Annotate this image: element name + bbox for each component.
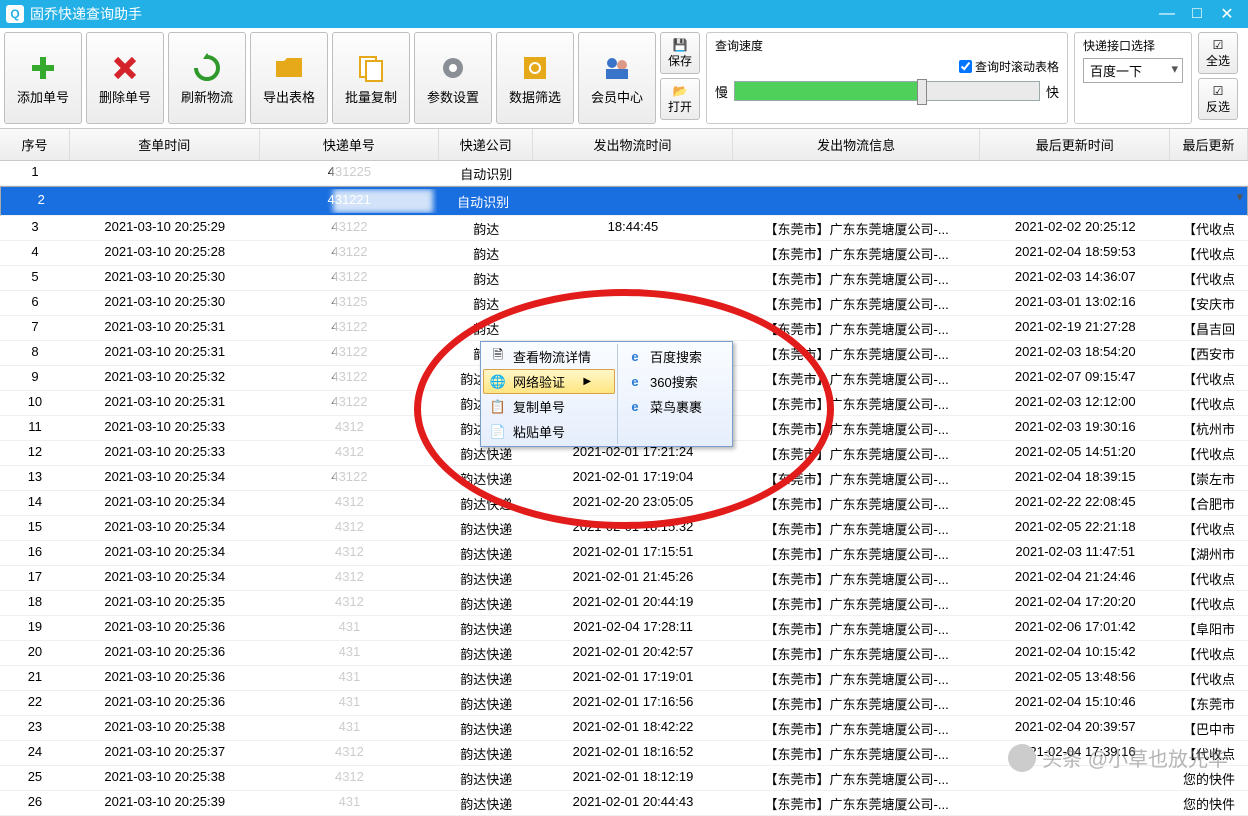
table-row[interactable]: 32021-03-10 20:25:2943122韵达18:44:45【东莞市】… — [0, 216, 1248, 241]
open-button[interactable]: 📂打开 — [660, 78, 700, 120]
invert-selection-button[interactable]: ☑反选 — [1198, 78, 1238, 120]
scroll-on-query-checkbox[interactable] — [959, 60, 972, 73]
api-interface-group: 快递接口选择百度一下 — [1074, 32, 1192, 124]
table-row[interactable]: 172021-03-10 20:25:344312韵达快递2021-02-01 … — [0, 566, 1248, 591]
col-header[interactable]: 序号 — [0, 129, 70, 160]
table-row[interactable]: 1431225自动识别 — [0, 161, 1248, 186]
menu-item[interactable]: e百度搜索 — [620, 344, 730, 369]
refresh-icon — [190, 51, 224, 85]
table-row[interactable]: 232021-03-10 20:25:38431韵达快递2021-02-01 1… — [0, 716, 1248, 741]
data-grid: 序号查单时间快递单号快递公司发出物流时间发出物流信息最后更新时间最后更新 143… — [0, 129, 1248, 816]
maximize-button[interactable]: □ — [1182, 5, 1212, 23]
check-icon: ☑ — [1213, 38, 1224, 52]
titlebar: Q 固乔快递查询助手 — □ ✕ — [0, 0, 1248, 28]
table-row[interactable]: 162021-03-10 20:25:344312韵达快递2021-02-01 … — [0, 541, 1248, 566]
menu-icon: 🗎 — [489, 348, 507, 366]
toolbar-x-button[interactable]: 删除单号 — [86, 32, 164, 124]
app-icon: Q — [6, 5, 24, 23]
minimize-button[interactable]: — — [1152, 5, 1182, 23]
speed-slider[interactable] — [734, 81, 1040, 101]
table-row[interactable]: 182021-03-10 20:25:354312韵达快递2021-02-01 … — [0, 591, 1248, 616]
folder-icon — [272, 51, 306, 85]
find-icon — [518, 51, 552, 85]
watermark-text: 头条 @小草也放光华 — [1042, 743, 1228, 772]
table-row[interactable]: 212021-03-10 20:25:36431韵达快递2021-02-01 1… — [0, 666, 1248, 691]
close-button[interactable]: ✕ — [1212, 4, 1242, 24]
table-row[interactable]: 202021-03-10 20:25:36431韵达快递2021-02-01 2… — [0, 641, 1248, 666]
x-icon — [108, 51, 142, 85]
copy-icon — [354, 51, 388, 85]
menu-item[interactable]: 🗎查看物流详情 — [483, 344, 615, 369]
table-row[interactable]: 222021-03-10 20:25:36431韵达快递2021-02-01 1… — [0, 691, 1248, 716]
toolbar-copy-button[interactable]: 批量复制 — [332, 32, 410, 124]
gear-icon — [436, 51, 470, 85]
toolbar-folder-button[interactable]: 导出表格 — [250, 32, 328, 124]
menu-item[interactable]: e菜鸟裹裹 — [620, 394, 730, 419]
ie-icon: e — [626, 398, 644, 416]
menu-item[interactable]: 🌐网络验证▶ — [483, 369, 615, 394]
save-icon: 💾 — [673, 38, 688, 52]
table-row[interactable]: 2431221自动识别 — [0, 186, 1248, 216]
toolbar-users-button[interactable]: 会员中心 — [578, 32, 656, 124]
users-icon — [600, 51, 634, 85]
api-select[interactable]: 百度一下 — [1083, 58, 1183, 83]
ie-icon: e — [626, 373, 644, 391]
submenu-arrow-icon: ▶ — [583, 376, 591, 387]
menu-item[interactable]: 📋复制单号 — [483, 394, 615, 419]
table-row[interactable]: 52021-03-10 20:25:3043122韵达【东莞市】广东东莞塘厦公司… — [0, 266, 1248, 291]
select-all-button[interactable]: ☑全选 — [1198, 32, 1238, 74]
toolbar-refresh-button[interactable]: 刷新物流 — [168, 32, 246, 124]
table-row[interactable]: 132021-03-10 20:25:3443122韵达快递2021-02-01… — [0, 466, 1248, 491]
col-header[interactable]: 发出物流信息 — [733, 129, 981, 160]
toolbar-plus-button[interactable]: 添加单号 — [4, 32, 82, 124]
save-button[interactable]: 💾保存 — [660, 32, 700, 74]
check-icon: ☑ — [1213, 84, 1224, 98]
plus-icon — [26, 51, 60, 85]
col-header[interactable]: 快递公司 — [439, 129, 533, 160]
table-row[interactable]: 42021-03-10 20:25:2843122韵达【东莞市】广东东莞塘厦公司… — [0, 241, 1248, 266]
query-speed-group: 查询速度查询时滚动表格慢快 — [706, 32, 1068, 124]
menu-icon: 📄 — [489, 423, 507, 441]
watermark-avatar — [1008, 744, 1036, 772]
toolbar-gear-button[interactable]: 参数设置 — [414, 32, 492, 124]
table-row[interactable]: 72021-03-10 20:25:3143122韵达【东莞市】广东东莞塘厦公司… — [0, 316, 1248, 341]
menu-icon: 🌐 — [489, 373, 507, 391]
col-header[interactable]: 发出物流时间 — [533, 129, 733, 160]
menu-item[interactable]: 📄粘贴单号 — [483, 419, 615, 444]
table-row[interactable]: 152021-03-10 20:25:344312韵达快递2021-02-01 … — [0, 516, 1248, 541]
table-row[interactable]: 142021-03-10 20:25:344312韵达快递2021-02-20 … — [0, 491, 1248, 516]
menu-item[interactable]: e360搜索 — [620, 369, 730, 394]
context-menu: 🗎查看物流详情🌐网络验证▶📋复制单号📄粘贴单号 e百度搜索e360搜索e菜鸟裹裹 — [480, 341, 733, 447]
toolbar: 添加单号删除单号刷新物流导出表格批量复制参数设置数据筛选会员中心💾保存📂打开查询… — [0, 28, 1248, 129]
table-row[interactable]: 262021-03-10 20:25:39431韵达快递2021-02-01 2… — [0, 791, 1248, 816]
menu-icon: 📋 — [489, 398, 507, 416]
ie-icon: e — [626, 348, 644, 366]
open-icon: 📂 — [673, 84, 688, 98]
app-title: 固乔快递查询助手 — [30, 4, 1152, 24]
col-header[interactable]: 最后更新时间 — [980, 129, 1170, 160]
grid-header: 序号查单时间快递单号快递公司发出物流时间发出物流信息最后更新时间最后更新 — [0, 129, 1248, 161]
toolbar-find-button[interactable]: 数据筛选 — [496, 32, 574, 124]
col-header[interactable]: 查单时间 — [70, 129, 260, 160]
watermark: 头条 @小草也放光华 — [1008, 743, 1228, 772]
table-row[interactable]: 62021-03-10 20:25:3043125韵达【东莞市】广东东莞塘厦公司… — [0, 291, 1248, 316]
col-header[interactable]: 最后更新 — [1170, 129, 1248, 160]
table-row[interactable]: 192021-03-10 20:25:36431韵达快递2021-02-04 1… — [0, 616, 1248, 641]
col-header[interactable]: 快递单号 — [260, 129, 440, 160]
